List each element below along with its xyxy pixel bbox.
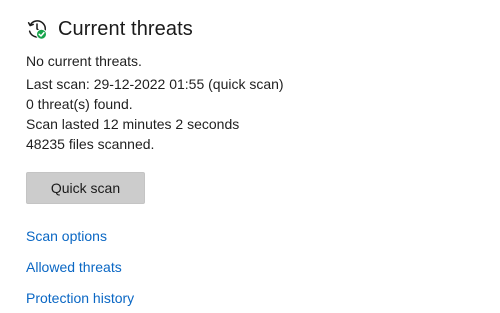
scan-details: Last scan: 29-12-2022 01:55 (quick scan)… xyxy=(26,74,284,154)
last-scan-text: Last scan: 29-12-2022 01:55 (quick scan) xyxy=(26,76,284,92)
allowed-threats-link[interactable]: Allowed threats xyxy=(26,257,122,277)
protection-history-link[interactable]: Protection history xyxy=(26,288,134,308)
quick-scan-button[interactable]: Quick scan xyxy=(26,172,145,204)
scan-options-link[interactable]: Scan options xyxy=(26,226,107,246)
current-threats-section: Current threats No current threats. Last… xyxy=(0,0,500,313)
page-title: Current threats xyxy=(58,17,193,40)
section-header: Current threats xyxy=(26,15,193,43)
threats-found-text: 0 threat(s) found. xyxy=(26,96,133,112)
threat-status-text: No current threats. xyxy=(26,53,142,69)
history-clock-checkmark-icon xyxy=(26,18,48,40)
scan-duration-text: Scan lasted 12 minutes 2 seconds xyxy=(26,116,240,132)
files-scanned-text: 48235 files scanned. xyxy=(26,136,155,152)
